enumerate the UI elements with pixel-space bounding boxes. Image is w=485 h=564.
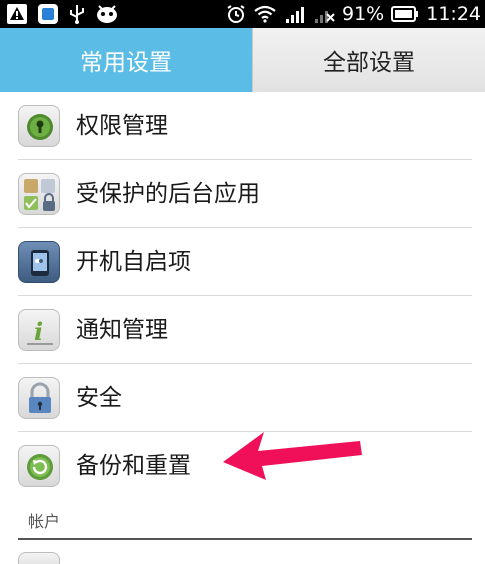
settings-item-label: 权限管理 <box>76 113 168 139</box>
signal-icon <box>286 7 304 23</box>
backup-icon <box>18 445 60 487</box>
lock-icon <box>18 377 60 419</box>
alarm-icon <box>227 5 245 23</box>
account-item-icon[interactable] <box>18 552 60 564</box>
tab-all-settings[interactable]: 全部设置 <box>252 28 485 92</box>
status-bar: 91% 11:24 <box>0 0 485 28</box>
section-divider <box>18 538 472 540</box>
settings-item-label: 通知管理 <box>76 317 168 343</box>
settings-item-notifications[interactable]: i 通知管理 <box>0 296 485 364</box>
usb-icon <box>70 5 84 24</box>
battery-percent: 91% <box>342 3 385 25</box>
settings-item-label: 开机自启项 <box>76 249 191 275</box>
annotation-arrow-icon <box>223 432 362 480</box>
settings-item-permissions[interactable]: 权限管理 <box>0 92 485 160</box>
svg-text:i: i <box>34 317 43 346</box>
settings-item-label: 安全 <box>76 385 122 411</box>
tab-common-settings[interactable]: 常用设置 <box>0 28 252 92</box>
app-notification-icon <box>38 4 58 24</box>
no-signal-icon <box>315 11 335 23</box>
permission-icon <box>18 105 60 147</box>
notification-icon: i <box>18 309 60 351</box>
protected-apps-icon <box>18 173 60 215</box>
settings-tabs: 常用设置 全部设置 <box>0 28 485 92</box>
clock: 11:24 <box>426 3 481 25</box>
settings-item-security[interactable]: 安全 <box>0 364 485 432</box>
battery-icon <box>391 6 419 22</box>
settings-item-label: 受保护的后台应用 <box>76 181 260 207</box>
section-header-accounts: 帐户 <box>28 512 61 531</box>
startup-icon <box>18 241 60 283</box>
settings-item-label: 备份和重置 <box>76 453 191 479</box>
android-icon <box>97 5 117 23</box>
settings-item-startup[interactable]: 开机自启项 <box>0 228 485 296</box>
warning-notification-icon <box>7 4 27 24</box>
settings-item-protected-apps[interactable]: 受保护的后台应用 <box>0 160 485 228</box>
wifi-icon <box>254 5 276 23</box>
